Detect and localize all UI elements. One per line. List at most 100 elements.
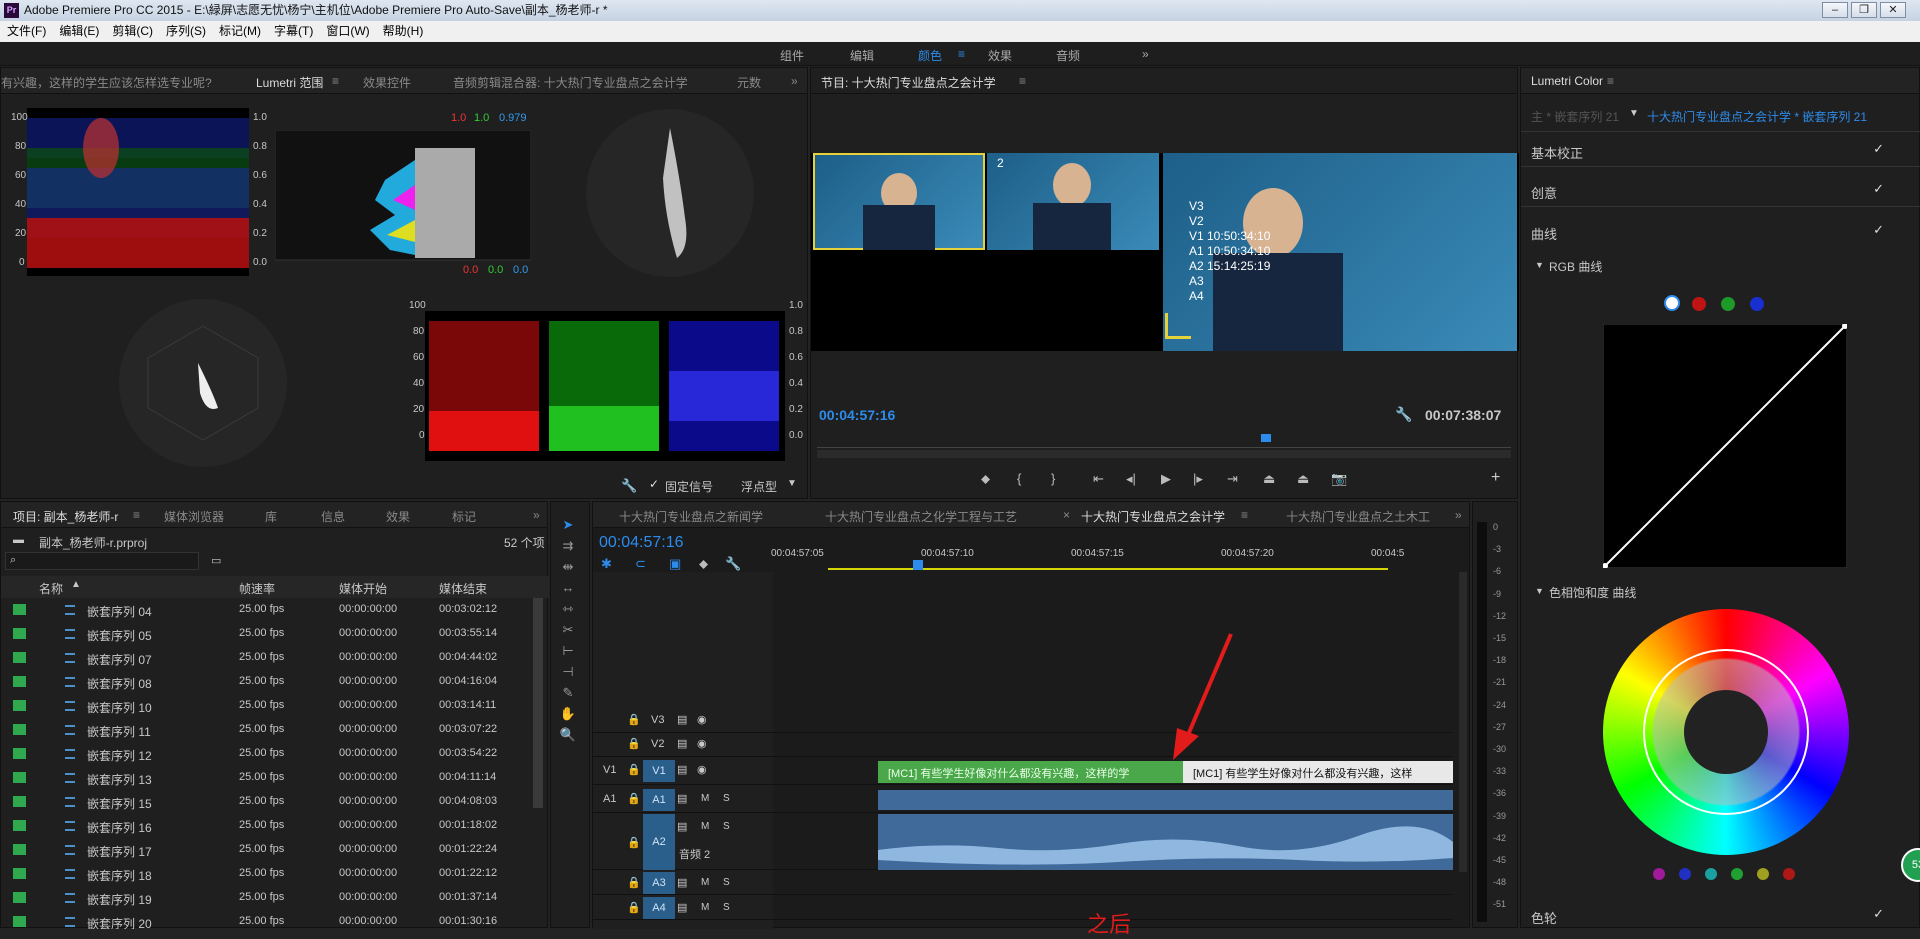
project-row[interactable]: 嵌套序列 07 25.00 fps 00:00:00:00 00:04:44:02 (1, 646, 531, 670)
col-name[interactable]: 名称 (39, 580, 63, 597)
sort-asc-icon[interactable]: ▲ (71, 579, 81, 590)
sync-icon[interactable]: ▤ (677, 763, 687, 776)
tab-media-browser[interactable]: 媒体浏览器 (164, 508, 224, 525)
play-icon[interactable]: ▶ (1161, 471, 1171, 487)
label-color-swatch[interactable] (13, 796, 26, 807)
project-row[interactable]: 嵌套序列 04 25.00 fps 00:00:00:00 00:03:02:12 (1, 598, 531, 622)
workspace-audio[interactable]: 音频 (1056, 47, 1080, 64)
rgb-curve-toggle-icon[interactable]: ▼ (1535, 260, 1544, 270)
tab-project[interactable]: 项目: 副本_杨老师-r (13, 508, 118, 525)
track-v1-label[interactable]: V1 (643, 760, 675, 782)
swatch-magenta[interactable] (1653, 868, 1665, 880)
program-menu-icon[interactable]: ≡ (1019, 74, 1026, 88)
section-basic[interactable]: 基本校正 (1531, 143, 1583, 162)
add-marker-icon[interactable]: ⬥ (699, 556, 708, 572)
lock-icon[interactable]: 🔒 (627, 713, 641, 726)
lock-icon[interactable]: 🔒 (627, 737, 641, 750)
timeline-settings-icon[interactable]: 🔧 (725, 556, 741, 572)
solo-a4-button[interactable]: S (723, 902, 730, 913)
step-back-icon[interactable]: ◂| (1126, 471, 1136, 487)
timeline-menu-icon[interactable]: ≡ (1241, 508, 1248, 522)
sync-icon[interactable]: ▤ (677, 820, 687, 833)
project-menu-icon[interactable]: ≡ (133, 508, 140, 522)
eye-icon[interactable]: ◉ (697, 763, 707, 776)
pen-tool-icon[interactable]: ✎ (559, 685, 577, 703)
more-timeline-tabs-icon[interactable]: » (1455, 508, 1462, 522)
swatch-blue[interactable] (1679, 868, 1691, 880)
project-row[interactable]: 嵌套序列 16 25.00 fps 00:00:00:00 00:01:18:02 (1, 814, 531, 838)
eye-icon[interactable]: ◉ (697, 713, 707, 726)
track-v2-label[interactable]: V2 (651, 738, 664, 750)
project-row[interactable]: 嵌套序列 17 25.00 fps 00:00:00:00 00:01:22:24 (1, 838, 531, 862)
menu-edit[interactable]: 编辑(E) (59, 21, 99, 42)
menu-clip[interactable]: 剪辑(C) (112, 21, 153, 42)
tab-seq-chemical[interactable]: 十大热门专业盘点之化学工程与工艺 (825, 508, 1017, 525)
close-button[interactable]: ✕ (1880, 2, 1906, 18)
menu-window[interactable]: 窗口(W) (326, 21, 369, 42)
program-playhead[interactable] (1261, 434, 1271, 442)
hue-sat-toggle-icon[interactable]: ▼ (1535, 586, 1544, 596)
source-v1-label[interactable]: V1 (603, 764, 616, 776)
workspace-color[interactable]: 颜色 (918, 47, 942, 64)
timeline-timecode[interactable]: 00:04:57:16 (599, 534, 684, 552)
label-color-swatch[interactable] (13, 844, 26, 855)
sync-icon[interactable]: ▤ (677, 792, 687, 805)
camera-1-preview[interactable] (813, 153, 985, 250)
mute-a4-button[interactable]: M (701, 902, 709, 913)
more-workspaces-icon[interactable]: » (1142, 47, 1149, 61)
snap-icon[interactable]: ⊂ (635, 556, 646, 572)
go-to-out-icon[interactable]: ⇥ (1227, 471, 1238, 487)
mute-a2-button[interactable]: M (701, 821, 709, 832)
tab-menu-icon[interactable]: ≡ (332, 74, 339, 88)
new-bin-icon[interactable]: ▭ (211, 554, 221, 567)
lock-icon[interactable]: 🔒 (627, 876, 641, 889)
rgb-curve-graph[interactable] (1603, 324, 1847, 568)
menu-title[interactable]: 字幕(T) (274, 21, 313, 42)
swatch-yellow[interactable] (1757, 868, 1769, 880)
col-media-end[interactable]: 媒体结束 (439, 580, 487, 597)
lumetri-title[interactable]: Lumetri Color (1531, 74, 1603, 88)
ripple-edit-tool-icon[interactable]: ⇹ (559, 559, 577, 577)
mark-in-icon[interactable]: { (1017, 471, 1021, 486)
section-curves[interactable]: 曲线 (1531, 224, 1557, 243)
track-a2-label[interactable]: A2 (643, 831, 675, 853)
swatch-red[interactable] (1783, 868, 1795, 880)
fixed-signal-checkbox[interactable]: ✓ (649, 477, 659, 491)
track-a4-label[interactable]: A4 (643, 897, 675, 919)
menu-marker[interactable]: 标记(M) (219, 21, 261, 42)
color-wheel-enable-checkbox[interactable]: ✓ (1873, 906, 1884, 922)
program-settings-icon[interactable]: 🔧 (1395, 406, 1412, 423)
label-color-swatch[interactable] (13, 676, 26, 687)
close-tab-icon[interactable]: × (1063, 508, 1070, 522)
rolling-edit-tool-icon[interactable]: ↔ (559, 580, 577, 598)
slip-tool-icon[interactable]: ⊢ (559, 643, 577, 661)
project-row[interactable]: 嵌套序列 20 25.00 fps 00:00:00:00 00:01:30:16 (1, 910, 531, 929)
solo-a3-button[interactable]: S (723, 877, 730, 888)
extract-icon[interactable]: ⏏ (1297, 471, 1309, 487)
sync-icon[interactable]: ▤ (677, 901, 687, 914)
tab-libraries[interactable]: 库 (265, 508, 277, 525)
more-project-tabs-icon[interactable]: » (533, 508, 540, 522)
hand-tool-icon[interactable]: ✋ (559, 706, 577, 724)
tab-audio-mixer[interactable]: 音频剪辑混合器: 十大热门专业盘点之会计学 (453, 74, 688, 91)
label-color-swatch[interactable] (13, 652, 26, 663)
track-v3-label[interactable]: V3 (651, 714, 664, 726)
track-a1-label[interactable]: A1 (643, 789, 675, 811)
lumetri-target[interactable]: 十大热门专业盘点之会计学 * 嵌套序列 21 (1647, 108, 1867, 125)
sync-icon[interactable]: ▤ (677, 737, 687, 750)
tab-effect-controls[interactable]: 效果控件 (363, 74, 411, 91)
timeline-scrollbar[interactable] (1459, 572, 1467, 872)
section-creative[interactable]: 创意 (1531, 183, 1557, 202)
label-color-swatch[interactable] (13, 916, 26, 927)
label-color-swatch[interactable] (13, 748, 26, 759)
creative-enable-checkbox[interactable]: ✓ (1873, 181, 1884, 197)
tab-seq-journalism[interactable]: 十大热门专业盘点之新闻学 (619, 508, 763, 525)
rate-stretch-tool-icon[interactable]: ⇿ (559, 601, 577, 619)
swatch-green[interactable] (1731, 868, 1743, 880)
curve-green-channel[interactable] (1721, 297, 1735, 311)
sync-icon[interactable]: ▤ (677, 876, 687, 889)
workspace-effects[interactable]: 效果 (988, 47, 1012, 64)
camera-2-preview[interactable]: 2 (987, 153, 1159, 250)
label-color-swatch[interactable] (13, 628, 26, 639)
lock-icon[interactable]: 🔒 (627, 792, 641, 805)
